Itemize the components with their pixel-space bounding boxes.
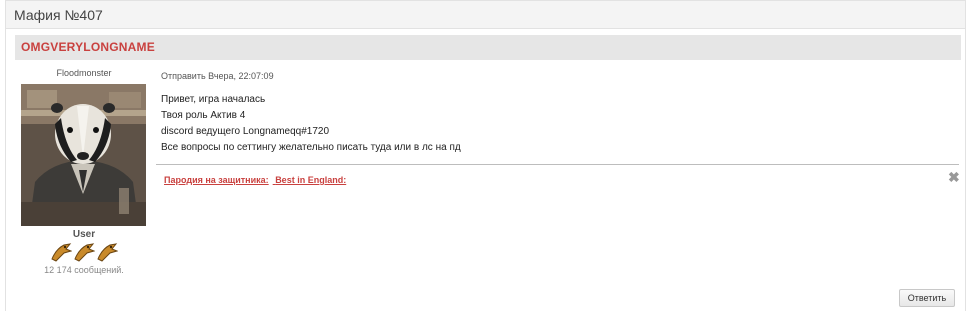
dragon-badge-icon: [51, 243, 72, 262]
signature: Пародия на защитника: Best in England:: [164, 175, 350, 185]
user-info-column: Floodmonster User 12 174 сообщений.: [20, 68, 148, 275]
post-line: Привет, игра началась: [161, 94, 266, 105]
post-line: Все вопросы по сеттингу желательно писат…: [161, 142, 461, 153]
avatar[interactable]: [21, 84, 146, 226]
post-header: OMGVERYLONGNAME: [15, 35, 961, 60]
post-line: Твоя роль Актив 4: [161, 110, 246, 121]
user-post-count[interactable]: 12 174 сообщений.: [20, 265, 148, 275]
dragon-badge-icon: [97, 243, 118, 262]
reply-button[interactable]: Ответить: [899, 289, 955, 307]
signature-divider: [156, 164, 959, 165]
signature-link[interactable]: Пародия на защитника:: [164, 175, 269, 185]
topic-title: Мафия №407: [14, 7, 103, 23]
topic-header: Мафия №407: [6, 1, 965, 29]
post-line: discord ведущего Longnameqq#1720: [161, 126, 330, 137]
dragon-badge-icon: [74, 243, 95, 262]
post-body: Привет, игра началась Твоя роль Актив 4 …: [161, 92, 461, 156]
signature-link[interactable]: Best in England:: [275, 175, 346, 185]
topic-frame: Мафия №407 OMGVERYLONGNAME Floodmonster: [5, 0, 966, 311]
post-meta: Отправить Вчера, 22:07:09: [161, 71, 274, 81]
close-icon[interactable]: ✖: [948, 169, 960, 186]
user-nick[interactable]: Floodmonster: [20, 68, 148, 78]
post-author-name[interactable]: OMGVERYLONGNAME: [21, 40, 155, 54]
user-rank: User: [72, 229, 96, 240]
badger-avatar-image: [21, 84, 146, 226]
rank-badges: [20, 241, 148, 263]
